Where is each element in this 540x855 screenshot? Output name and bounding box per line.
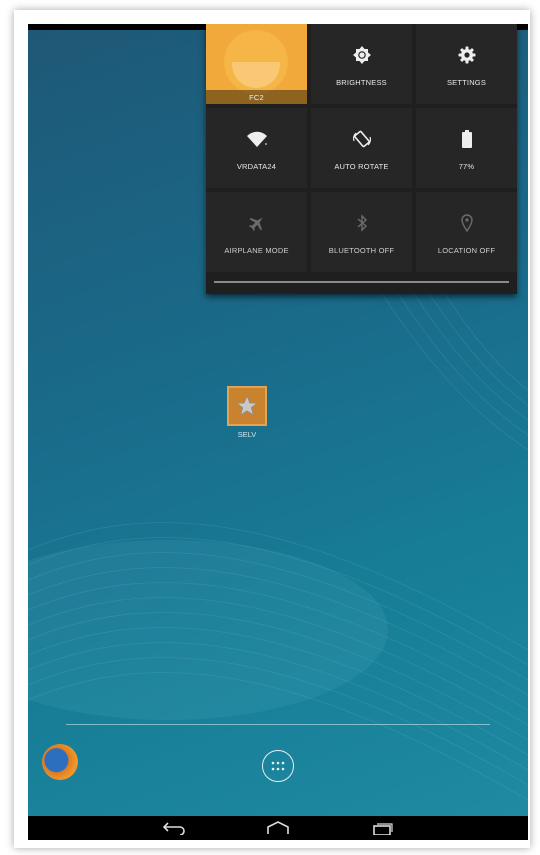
- tile-airplane-mode-label: AIRPLANE MODE: [224, 246, 289, 255]
- tile-auto-rotate[interactable]: AUTO ROTATE: [311, 108, 412, 188]
- shortcut-label: SELV: [237, 430, 257, 439]
- recent-apps-button[interactable]: [368, 819, 396, 837]
- quick-settings-grid: FC2 BRIGHTNESS SETTINGS VRDATA24 AUTO RO…: [206, 24, 517, 272]
- user-avatar-icon: [224, 30, 288, 94]
- tile-battery: 77%: [416, 108, 517, 188]
- auto-rotate-icon: [352, 130, 372, 148]
- tablet-screen: FC2 BRIGHTNESS SETTINGS VRDATA24 AUTO RO…: [28, 24, 528, 840]
- tile-settings-label: SETTINGS: [446, 78, 487, 87]
- tile-battery-label: 77%: [458, 162, 475, 171]
- quick-settings-handle[interactable]: [214, 281, 509, 283]
- settings-gear-icon: [458, 46, 476, 64]
- tile-settings[interactable]: SETTINGS: [416, 24, 517, 104]
- airplane-icon: [248, 214, 266, 232]
- desktop-shortcut-selv[interactable]: SELV: [224, 386, 270, 439]
- quick-settings-panel: FC2 BRIGHTNESS SETTINGS VRDATA24 AUTO RO…: [206, 24, 517, 294]
- dock-divider: [66, 724, 490, 725]
- location-pin-icon: [460, 214, 473, 232]
- tile-user[interactable]: FC2: [206, 24, 307, 104]
- tile-location-label: LOCATION OFF: [437, 246, 496, 255]
- tile-bluetooth[interactable]: BLUETOOTH OFF: [311, 192, 412, 272]
- tile-airplane-mode[interactable]: AIRPLANE MODE: [206, 192, 307, 272]
- back-arrow-icon: [162, 822, 185, 835]
- bluetooth-icon: [356, 214, 368, 232]
- tile-brightness[interactable]: BRIGHTNESS: [311, 24, 412, 104]
- home-icon: [267, 821, 289, 834]
- tile-user-label: FC2: [206, 90, 307, 104]
- tile-auto-rotate-label: AUTO ROTATE: [334, 162, 389, 171]
- firefox-icon[interactable]: [42, 744, 78, 780]
- tile-brightness-label: BRIGHTNESS: [336, 78, 387, 87]
- back-button[interactable]: [160, 819, 188, 837]
- tile-wifi[interactable]: VRDATA24: [206, 108, 307, 188]
- tile-bluetooth-label: BLUETOOTH OFF: [328, 246, 395, 255]
- apps-grid-icon: [271, 761, 285, 771]
- wifi-icon: [246, 130, 268, 148]
- recent-apps-icon: [373, 823, 393, 835]
- star-icon: [227, 386, 267, 426]
- navigation-bar: [28, 816, 528, 840]
- brightness-icon: [352, 46, 371, 64]
- home-button[interactable]: [264, 819, 292, 837]
- all-apps-button[interactable]: [262, 750, 294, 782]
- battery-icon: [461, 130, 472, 148]
- tile-wifi-label: VRDATA24: [236, 162, 277, 171]
- tile-location[interactable]: LOCATION OFF: [416, 192, 517, 272]
